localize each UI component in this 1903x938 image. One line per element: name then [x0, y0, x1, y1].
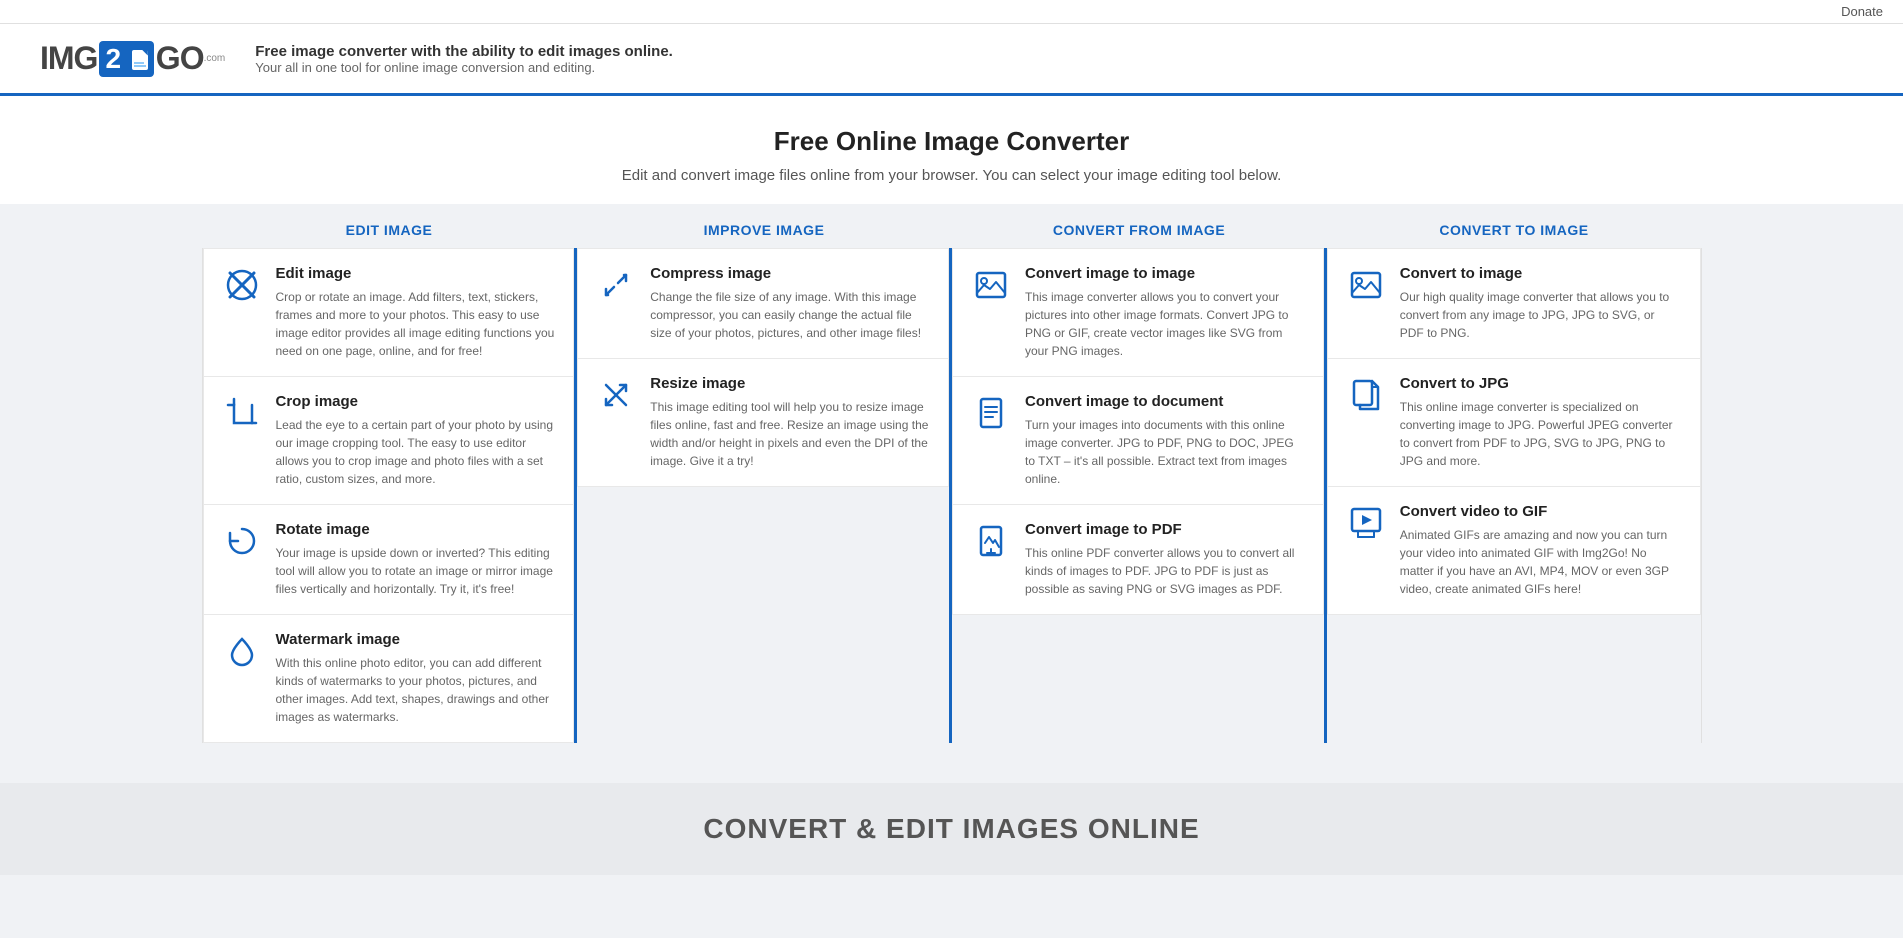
header: IMG 2 GO .com Free image converter with … [0, 24, 1903, 96]
logo-2-box: 2 [99, 41, 153, 77]
card-watermark-image-desc: With this online photo editor, you can a… [276, 654, 556, 726]
card-resize-image-title: Resize image [650, 375, 930, 392]
card-img2doc-desc: Turn your images into documents with thi… [1025, 416, 1305, 488]
hero-subtitle: Edit and convert image files online from… [20, 167, 1883, 184]
convert-to-column: Convert to image Our high quality image … [1327, 248, 1702, 743]
convert-from-column: Convert image to image This image conver… [952, 248, 1327, 743]
donate-link[interactable]: Donate [1841, 4, 1883, 19]
card-to-jpg[interactable]: Convert to JPG This online image convert… [1327, 359, 1701, 487]
card-resize-image-content: Resize image This image editing tool wil… [650, 375, 930, 470]
card-compress-image-title: Compress image [650, 265, 930, 282]
card-crop-image-content: Crop image Lead the eye to a certain par… [276, 393, 556, 488]
card-to-jpg-content: Convert to JPG This online image convert… [1400, 375, 1682, 470]
card-edit-image[interactable]: Edit image Crop or rotate an image. Add … [203, 248, 575, 377]
cards-grid: Edit image Crop or rotate an image. Add … [202, 248, 1702, 743]
card-resize-image-desc: This image editing tool will help you to… [650, 398, 930, 470]
card-rotate-image[interactable]: Rotate image Your image is upside down o… [203, 505, 575, 615]
columns-header: EDIT IMAGE IMPROVE IMAGE CONVERT FROM IM… [202, 204, 1702, 248]
compress-icon [596, 265, 636, 305]
tagline-bold: Free image converter with the ability to… [255, 43, 673, 60]
card-to-gif-content: Convert video to GIF Animated GIFs are a… [1400, 503, 1682, 598]
card-edit-image-title: Edit image [276, 265, 556, 282]
edit-icon [222, 265, 262, 305]
card-to-gif-title: Convert video to GIF [1400, 503, 1682, 520]
img2doc-icon [971, 393, 1011, 433]
watermark-icon [222, 631, 262, 671]
card-rotate-image-desc: Your image is upside down or inverted? T… [276, 544, 556, 598]
card-img2doc-content: Convert image to document Turn your imag… [1025, 393, 1305, 488]
to-gif-icon [1346, 503, 1386, 543]
top-bar: Donate [0, 0, 1903, 24]
logo-com: .com [204, 53, 226, 64]
img2pdf-icon [971, 521, 1011, 561]
card-img2pdf-title: Convert image to PDF [1025, 521, 1305, 538]
card-crop-image-title: Crop image [276, 393, 556, 410]
resize-icon [596, 375, 636, 415]
edit-column: Edit image Crop or rotate an image. Add … [203, 248, 578, 743]
card-img2img-desc: This image converter allows you to conve… [1025, 288, 1305, 360]
card-img2doc[interactable]: Convert image to document Turn your imag… [952, 377, 1324, 505]
card-rotate-image-content: Rotate image Your image is upside down o… [276, 521, 556, 598]
footer-title: CONVERT & EDIT IMAGES ONLINE [20, 813, 1883, 845]
card-to-image-desc: Our high quality image converter that al… [1400, 288, 1682, 342]
rotate-icon [222, 521, 262, 561]
card-to-image-title: Convert to image [1400, 265, 1682, 282]
card-watermark-image-title: Watermark image [276, 631, 556, 648]
to-image-icon [1346, 265, 1386, 305]
card-to-image[interactable]: Convert to image Our high quality image … [1327, 248, 1701, 359]
card-img2pdf-content: Convert image to PDF This online PDF con… [1025, 521, 1305, 598]
card-img2pdf[interactable]: Convert image to PDF This online PDF con… [952, 505, 1324, 615]
card-to-gif-desc: Animated GIFs are amazing and now you ca… [1400, 526, 1682, 598]
crop-icon [222, 393, 262, 433]
col-header-convert-from: CONVERT FROM IMAGE [952, 222, 1327, 238]
card-watermark-image-content: Watermark image With this online photo e… [276, 631, 556, 726]
card-compress-image-desc: Change the file size of any image. With … [650, 288, 930, 342]
card-img2img[interactable]: Convert image to image This image conver… [952, 248, 1324, 377]
card-img2pdf-desc: This online PDF converter allows you to … [1025, 544, 1305, 598]
card-to-image-content: Convert to image Our high quality image … [1400, 265, 1682, 342]
footer-section: CONVERT & EDIT IMAGES ONLINE [0, 783, 1903, 875]
logo[interactable]: IMG 2 GO .com [40, 40, 225, 77]
card-rotate-image-title: Rotate image [276, 521, 556, 538]
logo-go-text: GO [156, 40, 204, 77]
improve-column: Compress image Change the file size of a… [577, 248, 952, 743]
card-edit-image-content: Edit image Crop or rotate an image. Add … [276, 265, 556, 360]
card-img2img-content: Convert image to image This image conver… [1025, 265, 1305, 360]
to-jpg-icon [1346, 375, 1386, 415]
col-header-improve: IMPROVE IMAGE [577, 222, 952, 238]
card-img2img-title: Convert image to image [1025, 265, 1305, 282]
main-content: EDIT IMAGE IMPROVE IMAGE CONVERT FROM IM… [0, 204, 1903, 783]
card-edit-image-desc: Crop or rotate an image. Add filters, te… [276, 288, 556, 360]
card-compress-image[interactable]: Compress image Change the file size of a… [577, 248, 949, 359]
logo-img-text: IMG [40, 40, 97, 77]
tagline-sub: Your all in one tool for online image co… [255, 60, 673, 75]
hero-section: Free Online Image Converter Edit and con… [0, 96, 1903, 204]
card-to-jpg-desc: This online image converter is specializ… [1400, 398, 1682, 470]
card-img2doc-title: Convert image to document [1025, 393, 1305, 410]
card-to-gif[interactable]: Convert video to GIF Animated GIFs are a… [1327, 487, 1701, 615]
header-tagline: Free image converter with the ability to… [255, 43, 673, 75]
card-crop-image-desc: Lead the eye to a certain part of your p… [276, 416, 556, 488]
card-resize-image[interactable]: Resize image This image editing tool wil… [577, 359, 949, 487]
col-header-convert-to: CONVERT TO IMAGE [1327, 222, 1702, 238]
hero-title: Free Online Image Converter [20, 126, 1883, 157]
img2img-icon [971, 265, 1011, 305]
card-watermark-image[interactable]: Watermark image With this online photo e… [203, 615, 575, 743]
col-header-edit: EDIT IMAGE [202, 222, 577, 238]
card-crop-image[interactable]: Crop image Lead the eye to a certain par… [203, 377, 575, 505]
card-to-jpg-title: Convert to JPG [1400, 375, 1682, 392]
card-compress-image-content: Compress image Change the file size of a… [650, 265, 930, 342]
